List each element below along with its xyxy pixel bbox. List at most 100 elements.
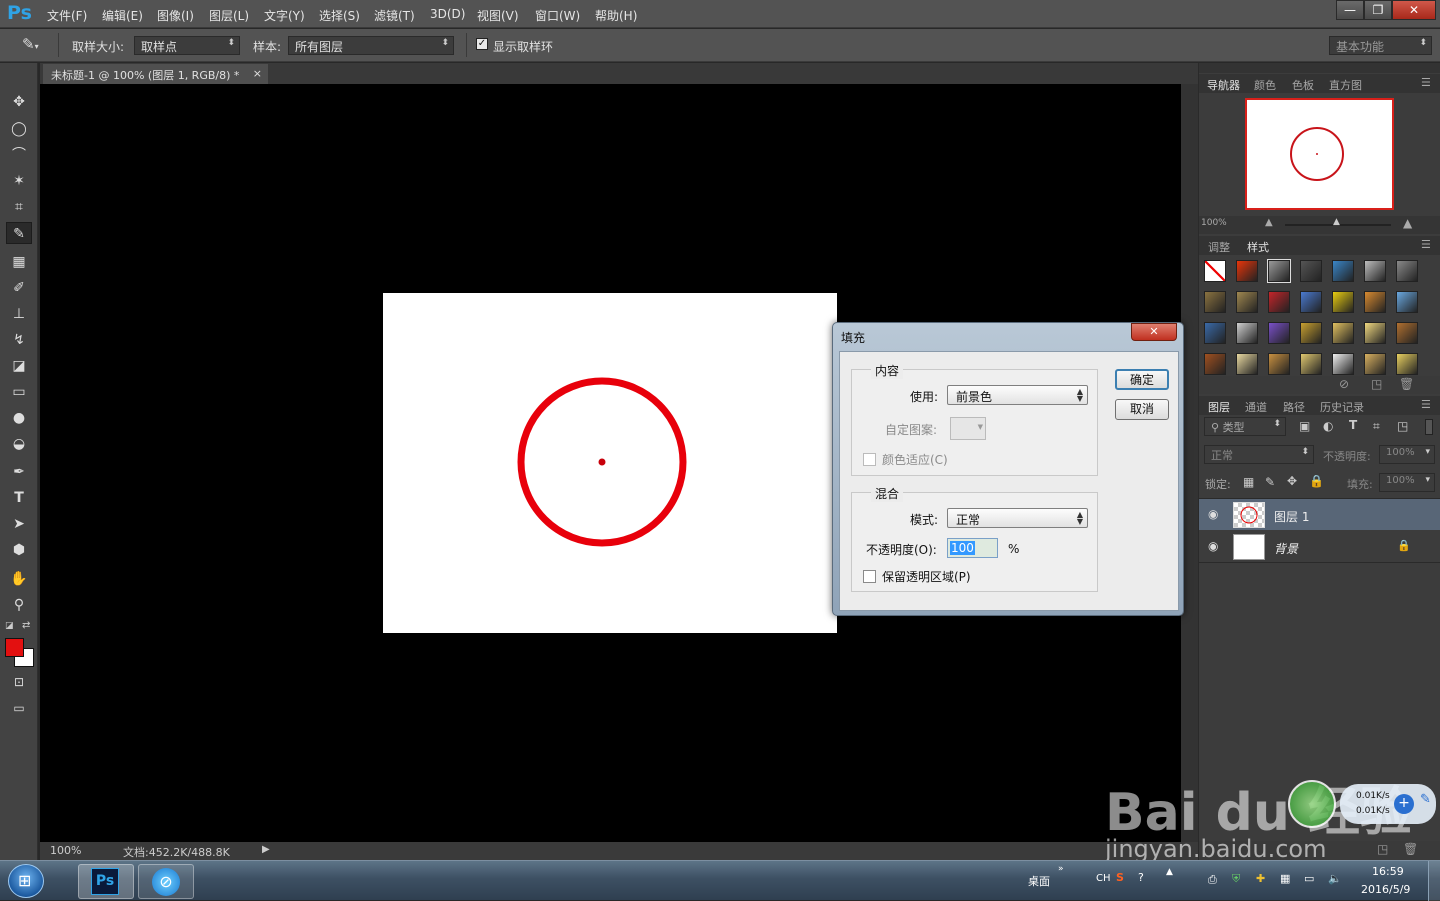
panel-menu-icon[interactable]: ☰ xyxy=(1421,238,1431,251)
style-swatch[interactable] xyxy=(1300,353,1322,375)
style-swatch[interactable] xyxy=(1236,322,1258,344)
volume-icon[interactable]: 🔈 xyxy=(1328,872,1342,885)
display-icon[interactable]: ▭ xyxy=(1304,872,1314,885)
close-tab-icon[interactable]: × xyxy=(253,67,262,80)
visibility-eye-icon[interactable]: ◉ xyxy=(1208,539,1218,553)
tab-histogram[interactable]: 直方图 xyxy=(1329,77,1362,93)
restore-button[interactable]: ❐ xyxy=(1364,0,1392,20)
filter-type-icon[interactable]: T xyxy=(1349,418,1357,432)
style-swatch[interactable] xyxy=(1364,353,1386,375)
lock-all-icon[interactable]: 🔒 xyxy=(1309,474,1324,488)
eraser-tool-icon[interactable]: ◪ xyxy=(6,355,32,377)
sogou-icon[interactable]: S xyxy=(1116,871,1124,884)
filter-toggle[interactable] xyxy=(1425,419,1433,435)
tab-channels[interactable]: 通道 xyxy=(1245,399,1267,415)
magic-wand-tool-icon[interactable]: ✶ xyxy=(6,170,32,192)
filter-shape-icon[interactable]: ⌗ xyxy=(1373,419,1380,434)
tab-paths[interactable]: 路径 xyxy=(1283,399,1305,415)
layer-opacity-field[interactable]: 100% ▾ xyxy=(1379,445,1435,464)
menu-3d[interactable]: 3D(D) xyxy=(430,7,465,21)
shape-tool-icon[interactable]: ⬢ xyxy=(6,539,32,561)
style-swatch[interactable] xyxy=(1268,353,1290,375)
cancel-button[interactable]: 取消 xyxy=(1115,399,1169,420)
panel-menu-icon[interactable]: ☰ xyxy=(1421,76,1431,89)
zoom-slider-handle-icon[interactable]: ▲ xyxy=(1333,217,1340,227)
menu-image[interactable]: 图像(I) xyxy=(157,7,194,24)
style-swatch[interactable] xyxy=(1396,260,1418,282)
style-swatch[interactable] xyxy=(1332,353,1354,375)
history-brush-tool-icon[interactable]: ↯ xyxy=(6,329,32,351)
style-swatch[interactable] xyxy=(1396,322,1418,344)
lock-image-icon[interactable]: ✎ xyxy=(1265,475,1275,489)
blend-mode-select[interactable]: 正常 ⬍ xyxy=(1204,445,1314,464)
navigator-zoom[interactable]: 100% xyxy=(1201,218,1227,228)
tab-swatches[interactable]: 色板 xyxy=(1292,77,1314,93)
healing-brush-tool-icon[interactable]: ▦ xyxy=(6,251,32,273)
blur-tool-icon[interactable]: ● xyxy=(6,407,32,429)
style-swatch[interactable] xyxy=(1396,291,1418,313)
brush-tool-icon[interactable]: ✐ xyxy=(6,277,32,299)
panel-menu-icon[interactable]: ☰ xyxy=(1421,398,1431,411)
layer-fill-field[interactable]: 100% ▾ xyxy=(1379,473,1435,492)
style-swatch[interactable] xyxy=(1204,291,1226,313)
new-style-icon[interactable]: ◳ xyxy=(1371,377,1382,391)
default-colors-icon[interactable]: ◪ xyxy=(5,621,14,631)
clock-time[interactable]: 16:59 xyxy=(1372,865,1404,878)
network-icon[interactable]: ▦ xyxy=(1280,872,1290,885)
tab-color[interactable]: 颜色 xyxy=(1254,77,1276,93)
status-menu-arrow-icon[interactable]: ▶ xyxy=(262,844,270,855)
show-ring-checkbox[interactable]: ✓ xyxy=(476,38,488,50)
lock-position-icon[interactable]: ✥ xyxy=(1287,474,1297,488)
style-swatch[interactable] xyxy=(1396,353,1418,375)
quick-mask-icon[interactable]: ⊡ xyxy=(6,671,32,693)
panel-collapse-bar[interactable] xyxy=(1199,63,1440,73)
zoom-level[interactable]: 100% xyxy=(50,844,81,857)
show-desktop-button[interactable] xyxy=(1428,861,1440,901)
zoom-in-icon[interactable]: ▲ xyxy=(1403,216,1412,230)
toolbar-expand-icon[interactable]: » xyxy=(1058,864,1064,874)
menu-select[interactable]: 选择(S) xyxy=(319,7,360,24)
shield-icon[interactable]: ⛨ xyxy=(1232,872,1240,886)
zoom-tool-icon[interactable]: ⚲ xyxy=(6,594,32,616)
layer-name[interactable]: 背景 xyxy=(1274,540,1298,557)
menu-view[interactable]: 视图(V) xyxy=(477,7,519,24)
tab-history[interactable]: 历史记录 xyxy=(1320,399,1364,415)
tab-adjustments[interactable]: 调整 xyxy=(1208,239,1230,255)
tab-styles[interactable]: 样式 xyxy=(1247,239,1269,255)
desktop-label[interactable]: 桌面 xyxy=(1028,873,1050,889)
filter-adjustment-icon[interactable]: ◐ xyxy=(1323,419,1333,433)
layer-name[interactable]: 图层 1 xyxy=(1274,508,1309,525)
security-icon[interactable]: ✚ xyxy=(1256,872,1265,885)
menu-type[interactable]: 文字(Y) xyxy=(264,7,305,24)
style-swatch[interactable] xyxy=(1204,353,1226,375)
help-icon[interactable]: ? xyxy=(1138,871,1144,884)
style-swatch[interactable] xyxy=(1300,291,1322,313)
document-canvas[interactable] xyxy=(383,293,837,633)
style-swatch[interactable] xyxy=(1236,353,1258,375)
filter-smart-object-icon[interactable]: ◳ xyxy=(1397,419,1408,433)
sample-select[interactable]: 所有图层 ⬍ xyxy=(288,36,454,55)
style-swatch[interactable] xyxy=(1364,260,1386,282)
visibility-eye-icon[interactable]: ◉ xyxy=(1208,507,1218,521)
style-swatch[interactable] xyxy=(1364,322,1386,344)
style-swatch[interactable] xyxy=(1332,322,1354,344)
swap-colors-icon[interactable]: ⇄ xyxy=(22,620,30,631)
layer-row-layer1[interactable]: ◉ 图层 1 xyxy=(1199,498,1440,530)
mode-select[interactable]: 正常 ▲ ▼ xyxy=(947,508,1088,528)
printer-icon[interactable]: ⎙ xyxy=(1208,873,1217,887)
hand-tool-icon[interactable]: ✋ xyxy=(6,568,32,590)
gradient-tool-icon[interactable]: ▭ xyxy=(6,381,32,403)
document-tab[interactable]: 未标题-1 @ 100% (图层 1, RGB/8) * × xyxy=(43,64,268,84)
style-swatch[interactable] xyxy=(1236,260,1258,282)
menu-layer[interactable]: 图层(L) xyxy=(209,7,249,24)
style-swatch[interactable] xyxy=(1204,260,1226,282)
language-indicator[interactable]: CH xyxy=(1096,873,1111,884)
filter-pixel-icon[interactable]: ▣ xyxy=(1299,419,1310,433)
clock-date[interactable]: 2016/5/9 xyxy=(1361,883,1410,896)
style-swatch[interactable] xyxy=(1236,291,1258,313)
plus-icon[interactable]: + xyxy=(1394,794,1414,814)
sample-size-select[interactable]: 取样点 ⬍ xyxy=(134,36,240,55)
lock-transparent-icon[interactable]: ▦ xyxy=(1243,475,1254,489)
style-swatch[interactable] xyxy=(1267,259,1291,283)
opacity-input[interactable]: 100 xyxy=(947,538,998,558)
